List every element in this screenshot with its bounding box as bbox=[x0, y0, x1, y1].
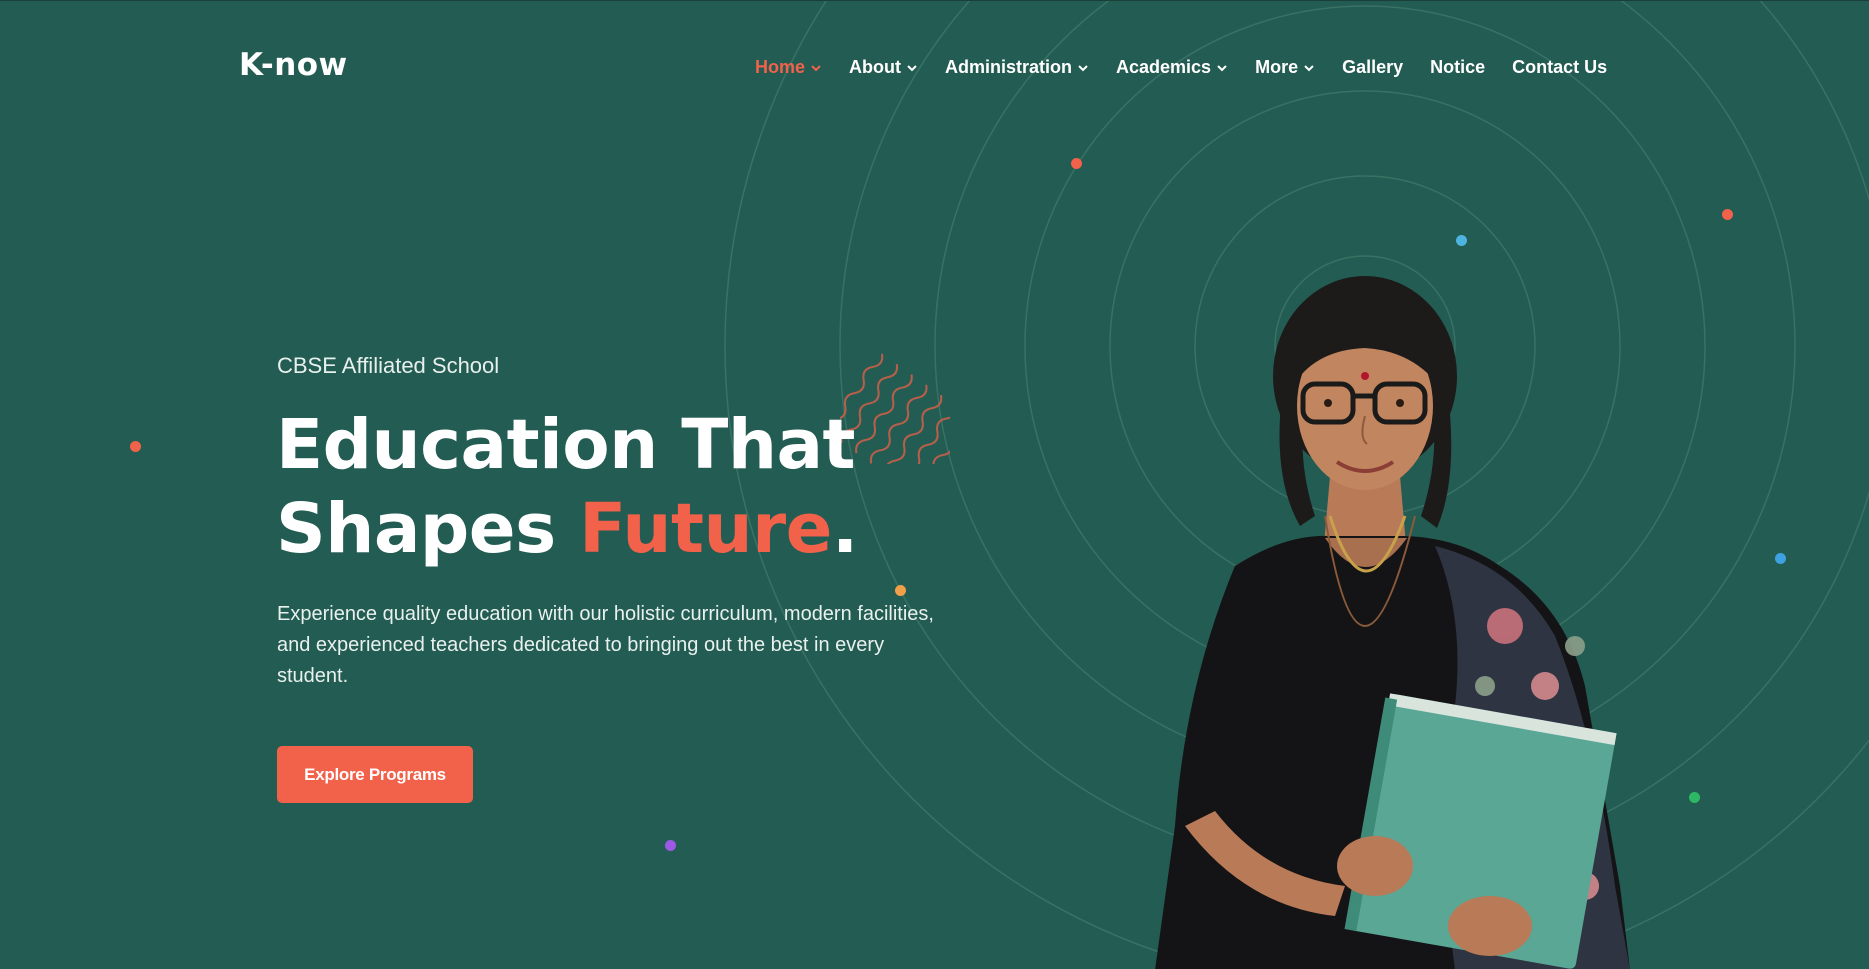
decorative-dot bbox=[1456, 235, 1467, 246]
nav-item-label: Home bbox=[755, 57, 806, 77]
nav-item-more[interactable]: More bbox=[1255, 57, 1315, 78]
headline-line-2: Shapes bbox=[276, 489, 580, 569]
nav-item-academics[interactable]: Academics bbox=[1116, 57, 1228, 78]
teacher-portrait-image bbox=[1155, 276, 1630, 969]
nav-item-home[interactable]: Home bbox=[755, 57, 822, 78]
nav-item-label: Administration bbox=[945, 57, 1073, 77]
decorative-dot bbox=[1775, 553, 1786, 564]
nav-item-notice[interactable]: Notice bbox=[1430, 57, 1485, 78]
chevron-down-icon bbox=[1216, 62, 1228, 74]
hero-eyebrow: CBSE Affiliated School bbox=[277, 353, 500, 378]
nav-item-label: Contact Us bbox=[1512, 57, 1608, 77]
chevron-down-icon bbox=[906, 62, 918, 74]
nav-item-administration[interactable]: Administration bbox=[945, 57, 1089, 78]
decorative-dot bbox=[1722, 209, 1733, 220]
decorative-dot bbox=[130, 441, 141, 452]
chevron-down-icon bbox=[810, 62, 822, 74]
chevron-down-icon bbox=[1303, 62, 1315, 74]
decorative-dot bbox=[1689, 792, 1700, 803]
decorative-dot bbox=[1071, 158, 1082, 169]
nav-item-gallery[interactable]: Gallery bbox=[1342, 57, 1403, 78]
hero-section: K-now Home About Administration Academic… bbox=[0, 0, 1869, 969]
hero-description: Experience quality education with our ho… bbox=[277, 603, 934, 687]
explore-programs-button[interactable]: Explore Programs bbox=[277, 746, 473, 803]
chevron-down-icon bbox=[1077, 62, 1089, 74]
nav-item-about[interactable]: About bbox=[849, 57, 918, 78]
nav-item-label: Notice bbox=[1430, 57, 1486, 77]
headline-accent-word: Future bbox=[579, 489, 832, 569]
nav-item-label: More bbox=[1255, 57, 1299, 77]
nav-item-contact-us[interactable]: Contact Us bbox=[1512, 57, 1607, 78]
nav-item-label: About bbox=[849, 57, 901, 77]
headline-period: . bbox=[831, 489, 858, 569]
site-logo[interactable]: K-now bbox=[239, 47, 348, 83]
decorative-dot bbox=[665, 840, 676, 851]
headline-line-1: Education That bbox=[276, 405, 856, 485]
nav-item-label: Academics bbox=[1116, 57, 1212, 77]
decorative-dot bbox=[895, 585, 906, 596]
main-navigation: Home About Administration Academics More… bbox=[755, 57, 1634, 78]
hero-headline: Education That Shapes Future. bbox=[276, 403, 858, 571]
nav-item-label: Gallery bbox=[1342, 57, 1404, 77]
